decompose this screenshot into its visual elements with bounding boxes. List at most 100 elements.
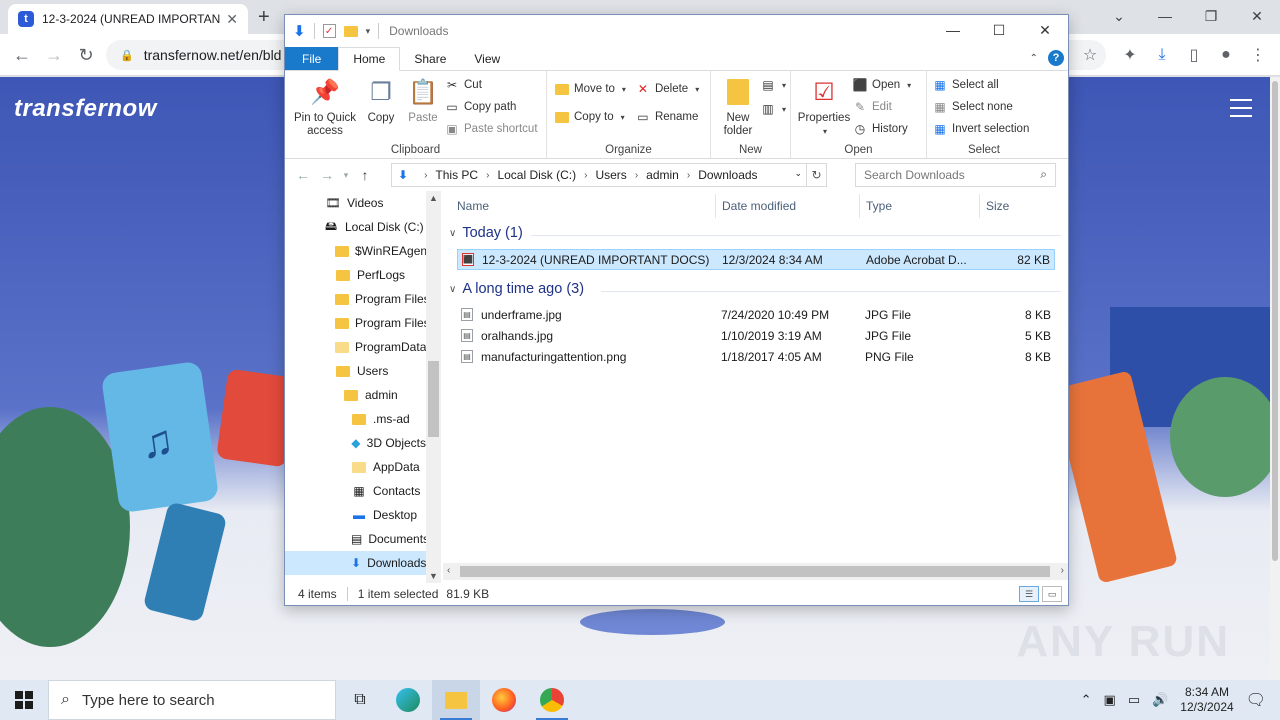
nav-item-programdata[interactable]: ProgramData <box>285 335 426 359</box>
explorer-address-field[interactable]: ⬇ › This PC › Local Disk (C:) › Users › … <box>391 163 827 187</box>
taskbar-search-box[interactable]: ⌕ Type here to search <box>48 680 336 720</box>
file-row[interactable]: ▤ underframe.jpg 7/24/2020 10:49 PM JPG Fil… <box>457 305 1055 326</box>
nav-item-videos[interactable]: 🎞 Videos <box>285 191 426 215</box>
tab-file[interactable]: File <box>285 47 339 70</box>
close-window-icon[interactable]: ✕ <box>1234 0 1280 32</box>
customize-quick-access-icon[interactable]: ▾ <box>366 26 371 37</box>
new-tab-icon[interactable]: + <box>258 6 270 29</box>
edit-button[interactable]: ✎ Edit <box>853 99 911 115</box>
tab-share[interactable]: Share <box>400 47 460 70</box>
nav-item-admin[interactable]: admin <box>285 383 426 407</box>
network-icon[interactable]: ▣ <box>1104 692 1116 708</box>
up-folder-icon[interactable]: ↑ <box>353 167 377 183</box>
download-icon[interactable]: ⤓ <box>1150 43 1174 67</box>
nav-item-3d-objects[interactable]: ◆ 3D Objects <box>285 431 426 455</box>
nav-item-program-files[interactable]: Program Files <box>285 311 430 335</box>
task-view-button[interactable]: ⧉ <box>336 680 384 720</box>
recent-locations-icon[interactable]: ▾ <box>339 170 353 181</box>
forward-icon[interactable]: → <box>42 43 66 67</box>
column-size[interactable]: Size <box>979 194 1009 218</box>
invert-selection-button[interactable]: ▦ Invert selection <box>933 121 1029 137</box>
crumb-this-pc[interactable]: This PC <box>435 168 478 182</box>
nav-item-program-files[interactable]: Program Files <box>285 287 430 311</box>
restore-icon[interactable]: ❐ <box>1188 0 1234 32</box>
file-row[interactable]: ▤ oralhands.jpg 1/10/2019 3:19 AM JPG File 5… <box>457 326 1055 347</box>
group-header[interactable]: ∨ A long time ago (3) <box>449 281 584 297</box>
select-none-button[interactable]: ▦ Select none <box>933 99 1029 115</box>
cut-button[interactable]: ✂ Cut <box>445 77 538 93</box>
new-folder-quick-icon[interactable] <box>343 25 358 37</box>
large-icons-view-icon[interactable]: ▭ <box>1042 586 1062 602</box>
show-hidden-icons-icon[interactable]: ⌃ <box>1081 692 1092 708</box>
open-button[interactable]: ⬛ Open ▾ <box>853 77 912 93</box>
delete-button[interactable]: ✕ Delete ▾ <box>636 81 699 97</box>
tab-search-icon[interactable]: ⌄ <box>1096 0 1142 32</box>
new-item-button[interactable]: ▤ ▾ <box>761 77 786 93</box>
volume-icon[interactable]: 🔊 <box>1152 692 1168 708</box>
nav-item-contacts[interactable]: ▦ Contacts <box>285 479 426 503</box>
nav-item-users[interactable]: Users <box>285 359 426 383</box>
nav-item-documents[interactable]: ▤ Documents <box>285 527 429 551</box>
start-button[interactable] <box>0 680 48 720</box>
copy-to-button[interactable]: Copy to ▾ <box>555 109 626 125</box>
display-icon[interactable]: ▭ <box>1128 692 1140 708</box>
select-all-button[interactable]: ▦ Select all <box>933 77 1029 93</box>
firefox-taskbar-button[interactable] <box>480 680 528 720</box>
nav-item-perflogs[interactable]: PerfLogs <box>285 263 426 287</box>
minimize-icon[interactable]: — <box>1142 0 1188 32</box>
crumb-downloads[interactable]: Downloads <box>698 168 757 182</box>
rename-button[interactable]: ▭ Rename <box>636 109 699 125</box>
nav-pane-scrollbar[interactable]: ▲ ▼ <box>426 191 441 583</box>
address-dropdown-icon[interactable]: ⌄ <box>794 168 802 179</box>
crumb-local-disk[interactable]: Local Disk (C:) <box>497 168 576 182</box>
horizontal-scrollbar[interactable]: ‹ › <box>443 563 1068 580</box>
transfernow-logo[interactable]: transfernow <box>14 95 157 123</box>
details-view-icon[interactable]: ☰ <box>1019 586 1039 602</box>
group-header[interactable]: ∨ Today (1) <box>449 225 523 241</box>
taskbar-clock[interactable]: 8:34 AM 12/3/2024 <box>1180 685 1233 715</box>
nav-item-downloads[interactable]: ⬇ Downloads <box>285 551 426 575</box>
nav-item-winreagent[interactable]: $WinREAgent <box>285 239 430 263</box>
easy-access-button[interactable]: ▥ ▾ <box>761 101 786 117</box>
page-scrollbar[interactable] <box>1270 77 1280 680</box>
chrome-menu-icon[interactable]: ⋮ <box>1246 43 1270 67</box>
profile-avatar-icon[interactable]: ● <box>1214 43 1238 67</box>
explorer-close-icon[interactable]: ✕ <box>1022 15 1068 45</box>
history-button[interactable]: ◷ History <box>853 121 911 137</box>
bookmark-star-icon[interactable]: ☆ <box>1078 43 1102 67</box>
crumb-admin[interactable]: admin <box>646 168 679 182</box>
tab-view[interactable]: View <box>460 47 514 70</box>
move-to-button[interactable]: Move to ▾ <box>555 81 626 97</box>
column-date-modified[interactable]: Date modified <box>715 194 796 218</box>
file-row[interactable]: ⬛ 12-3-2024 (UNREAD IMPORTANT DOCS) ... 12… <box>457 249 1055 270</box>
file-explorer-taskbar-button[interactable] <box>432 680 480 720</box>
explorer-maximize-icon[interactable]: ☐ <box>976 15 1022 45</box>
nav-item-appdata[interactable]: AppData <box>285 455 426 479</box>
help-icon[interactable]: ? <box>1048 50 1064 66</box>
notifications-icon[interactable]: 🗨 <box>1246 690 1266 710</box>
tab-home[interactable]: Home <box>338 47 401 71</box>
tab-close-icon[interactable]: ✕ <box>226 11 238 28</box>
extensions-icon[interactable]: ✦ <box>1118 43 1142 67</box>
copy-path-button[interactable]: ▭ Copy path <box>445 99 538 115</box>
file-row[interactable]: ▤ manufacturingattention.png 1/18/2017 4:0… <box>457 347 1055 368</box>
explorer-minimize-icon[interactable]: — <box>930 15 976 45</box>
hamburger-menu-icon[interactable] <box>1230 99 1252 123</box>
collapse-ribbon-icon[interactable]: ⌃ <box>1030 53 1038 64</box>
edge-taskbar-button[interactable] <box>384 680 432 720</box>
explorer-forward-icon[interactable]: → <box>315 167 339 183</box>
browser-tab[interactable]: t 12-3-2024 (UNREAD IMPORTANT DOCS) ✕ <box>8 4 248 34</box>
back-icon[interactable]: ← <box>10 43 34 67</box>
search-downloads-input[interactable]: Search Downloads ⌕ <box>855 163 1056 187</box>
nav-item-desktop[interactable]: ▬ Desktop <box>285 503 426 527</box>
column-name[interactable]: Name <box>451 194 489 218</box>
crumb-users[interactable]: Users <box>595 168 626 182</box>
reload-icon[interactable]: ↻ <box>74 43 98 67</box>
nav-item-ms-ad[interactable]: .ms-ad <box>285 407 426 431</box>
chrome-taskbar-button[interactable] <box>528 680 576 720</box>
paste-shortcut-button[interactable]: ▣ Paste shortcut <box>445 121 537 137</box>
side-panel-icon[interactable]: ▯ <box>1182 43 1206 67</box>
refresh-icon[interactable]: ↻ <box>806 164 826 186</box>
nav-item-local-disk-c[interactable]: 🖴 Local Disk (C:) <box>285 215 426 239</box>
column-type[interactable]: Type <box>859 194 892 218</box>
